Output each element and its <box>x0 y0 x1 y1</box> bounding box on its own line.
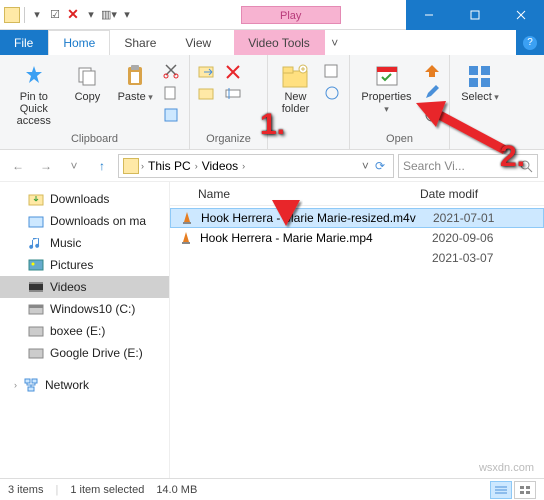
folder-icon <box>4 7 20 23</box>
minimize-button[interactable] <box>406 0 452 30</box>
context-tab-header: Play <box>241 6 341 24</box>
vlc-icon <box>179 210 195 226</box>
file-row[interactable]: Hook Herrera - Marie Marie-resized.m4v 2… <box>170 208 544 228</box>
sidebar-item-network[interactable]: › Network <box>0 374 169 396</box>
nav-up-button[interactable]: ↑ <box>90 154 114 178</box>
sidebar-item-boxee[interactable]: boxee (E:) <box>0 320 169 342</box>
paste-shortcut-icon[interactable] <box>163 107 181 125</box>
folder-icon <box>123 158 139 174</box>
nav-forward-button[interactable]: → <box>34 154 58 178</box>
vlc-icon <box>178 230 194 246</box>
paste-button[interactable]: Paste <box>115 59 155 103</box>
nav-history-button[interactable]: ˅ <box>62 154 86 178</box>
qa-close-icon[interactable]: ✕ <box>65 6 81 23</box>
open-icon[interactable] <box>423 63 441 81</box>
file-list-pane[interactable]: Name Date modif Hook Herrera - Marie Mar… <box>170 182 544 478</box>
quick-access-toolbar: ▾ ☑ ✕ ▾ ▥▾ ▾ <box>0 6 135 23</box>
file-row[interactable]: Hook Herrera - Marie Marie.mp4 2020-09-0… <box>170 228 544 248</box>
sidebar-item-downloads[interactable]: Downloads <box>0 188 169 210</box>
qa-overflow[interactable]: ▾ <box>119 8 135 21</box>
view-details-button[interactable] <box>490 481 512 499</box>
qa-item[interactable]: ▥▾ <box>101 8 117 21</box>
file-date: 2020-09-06 <box>426 231 493 245</box>
address-bar[interactable]: › This PC › Videos › ˅ ⟳ <box>118 154 394 178</box>
properties-button[interactable]: Properties <box>358 59 415 115</box>
maximize-button[interactable] <box>452 0 498 30</box>
refresh-icon[interactable]: ⟳ <box>371 159 389 173</box>
tab-home[interactable]: Home <box>48 30 110 55</box>
nav-back-button[interactable]: ← <box>6 154 30 178</box>
file-row[interactable]: 2021-03-07 <box>170 248 544 268</box>
file-name: Hook Herrera - Marie Marie-resized.m4v <box>201 211 427 225</box>
watermark: wsxdn.com <box>479 462 534 474</box>
new-item-icon[interactable] <box>323 63 341 81</box>
group-organize-label: Organize <box>198 131 259 147</box>
annotation-number-2: 2. <box>500 140 525 174</box>
close-button[interactable] <box>498 0 544 30</box>
sidebar-item-pictures[interactable]: Pictures <box>0 254 169 276</box>
sidebar-item-windows10[interactable]: Windows10 (C:) <box>0 298 169 320</box>
annotation-number-1: 1. <box>260 108 285 142</box>
cut-icon[interactable] <box>163 63 181 81</box>
rename-icon[interactable] <box>224 85 242 103</box>
sidebar-item-downloads-on-ma[interactable]: Downloads on ma <box>0 210 169 232</box>
breadcrumb-videos[interactable]: Videos <box>200 159 240 173</box>
copy-to-icon[interactable] <box>198 85 216 103</box>
help-button[interactable]: ? <box>516 30 544 55</box>
move-to-icon[interactable] <box>198 63 216 81</box>
sidebar-item-google-drive[interactable]: Google Drive (E:) <box>0 342 169 364</box>
easy-access-icon[interactable] <box>323 85 341 103</box>
file-name: Hook Herrera - Marie Marie.mp4 <box>200 231 426 245</box>
tab-view[interactable]: View <box>171 30 226 55</box>
status-size: 14.0 MB <box>156 484 197 496</box>
status-bar: 3 items | 1 item selected 14.0 MB <box>0 478 544 500</box>
qa-item[interactable]: ☑ <box>47 8 63 21</box>
address-dropdown-icon[interactable]: ˅ <box>362 159 369 173</box>
copy-button[interactable]: Copy <box>68 59 108 103</box>
ribbon-tabs: File Home Share View Video Tools ˅ ? <box>0 30 544 55</box>
file-date: 2021-03-07 <box>426 251 493 265</box>
view-thumbnails-button[interactable] <box>514 481 536 499</box>
tab-file[interactable]: File <box>0 30 48 55</box>
sidebar-item-music[interactable]: Music <box>0 232 169 254</box>
qa-item[interactable]: ▾ <box>29 8 45 21</box>
qa-item[interactable]: ▾ <box>83 8 99 21</box>
status-selected: 1 item selected <box>70 484 144 496</box>
tab-share[interactable]: Share <box>110 30 171 55</box>
file-date: 2021-07-01 <box>427 211 494 225</box>
navigation-pane[interactable]: Downloads Downloads on ma Music Pictures… <box>0 182 170 478</box>
breadcrumb-this-pc[interactable]: This PC <box>146 159 193 173</box>
group-clipboard-label: Clipboard <box>8 131 181 147</box>
copy-path-icon[interactable] <box>163 85 181 103</box>
column-headers[interactable]: Name Date modif <box>170 182 544 206</box>
tab-video-tools[interactable]: Video Tools <box>234 30 325 55</box>
column-date-modified[interactable]: Date modif <box>420 187 544 201</box>
new-folder-button[interactable]: New folder <box>276 59 315 115</box>
status-items: 3 items <box>8 484 43 496</box>
pin-to-quick-access-button[interactable]: Pin to Quick access <box>8 59 60 127</box>
sidebar-item-videos[interactable]: Videos <box>0 276 169 298</box>
delete-icon[interactable] <box>224 63 242 81</box>
ribbon-collapse-button[interactable]: ˅ <box>325 30 345 55</box>
